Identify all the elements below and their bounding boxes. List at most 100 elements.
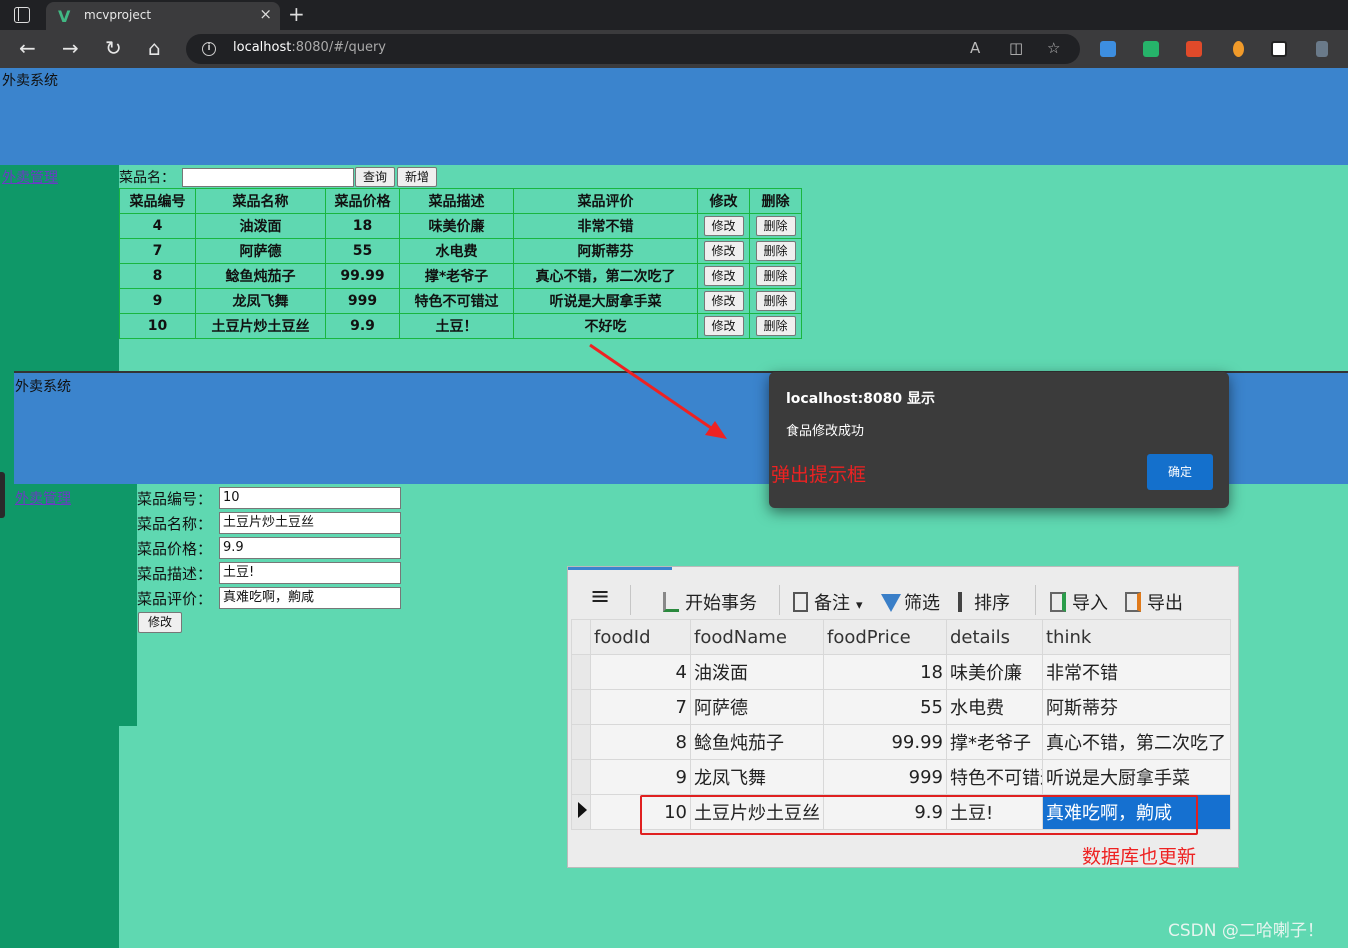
db-cell[interactable]: 8	[590, 724, 691, 760]
sidebar-link-takeout-management[interactable]: 外卖管理	[2, 167, 58, 187]
cell-id: 4	[119, 213, 196, 239]
sort-button[interactable]: 排序	[958, 589, 1010, 615]
db-cell[interactable]: 听说是大厨拿手菜	[1042, 759, 1231, 795]
row-pointer-cell	[571, 794, 591, 830]
extension-reader-icon[interactable]	[1271, 41, 1287, 57]
field-label: 菜品描述：	[137, 565, 213, 583]
db-cell[interactable]: 撑*老爷子	[946, 724, 1043, 760]
add-button[interactable]: 新增	[397, 167, 437, 187]
db-cell[interactable]: 55	[823, 689, 947, 725]
split-screen-icon[interactable]: ◫	[1009, 39, 1023, 57]
edit-button[interactable]: 修改	[703, 241, 744, 261]
cell-edit: 修改	[697, 238, 750, 264]
extension-image-icon[interactable]	[1100, 41, 1116, 57]
delete-button[interactable]: 删除	[755, 241, 796, 261]
favorite-star-icon[interactable]: ☆	[1047, 39, 1060, 57]
db-row[interactable]: 8 鲶鱼炖茄子 99.99 撑*老爷子 真心不错，第二次吃了	[571, 724, 1231, 760]
db-column-header[interactable]: foodId	[590, 619, 691, 655]
new-tab-icon[interactable]: +	[288, 2, 305, 26]
db-column-header[interactable]: foodPrice	[823, 619, 947, 655]
address-bar-row: ← → ↻ ⌂ i localhost:8080/#/query A ◫ ☆	[0, 30, 1348, 68]
food-id-field[interactable]: 10	[219, 487, 401, 509]
site-info-icon[interactable]: i	[202, 42, 216, 56]
export-button[interactable]: 导出	[1125, 589, 1183, 615]
db-cell[interactable]: 99.99	[823, 724, 947, 760]
db-column-header[interactable]: foodName	[690, 619, 824, 655]
dropdown-icon[interactable]: ▾	[856, 598, 863, 613]
db-cell[interactable]: 味美价廉	[946, 654, 1043, 690]
extension-fox-icon[interactable]	[1233, 41, 1244, 57]
tab-actions-icon[interactable]	[14, 7, 30, 23]
delete-button[interactable]: 删除	[755, 266, 796, 286]
note-icon	[793, 592, 808, 612]
db-cell[interactable]: 特色不可错过	[946, 759, 1043, 795]
read-aloud-icon[interactable]: A	[970, 39, 980, 57]
url-field[interactable]: i localhost:8080/#/query A ◫ ☆	[186, 34, 1080, 64]
tab-title: mcvproject	[84, 8, 152, 22]
begin-transaction-button[interactable]: 开始事务	[663, 589, 757, 615]
db-row[interactable]: 4 油泼面 18 味美价廉 非常不错	[571, 654, 1231, 690]
food-name-field[interactable]: 土豆片炒土豆丝	[219, 512, 401, 534]
row-gutter[interactable]	[571, 759, 591, 795]
edit-button[interactable]: 修改	[703, 266, 744, 286]
edit-app-title: 外卖系统	[15, 379, 71, 395]
row-gutter[interactable]	[571, 654, 591, 690]
db-column-header[interactable]: think	[1042, 619, 1231, 655]
forward-arrow-icon[interactable]: →	[62, 36, 79, 60]
db-cell[interactable]: 龙凤飞舞	[690, 759, 824, 795]
db-cell[interactable]: 7	[590, 689, 691, 725]
reload-icon[interactable]: ↻	[105, 36, 122, 60]
delete-button[interactable]: 删除	[755, 216, 796, 236]
browser-tab[interactable]: V mcvproject ×	[46, 2, 280, 30]
db-cell[interactable]: 999	[823, 759, 947, 795]
row-gutter[interactable]	[571, 689, 591, 725]
dialog-ok-button[interactable]: 确定	[1147, 454, 1213, 490]
cell-review: 阿斯蒂芬	[513, 238, 698, 264]
close-tab-icon[interactable]: ×	[259, 5, 272, 23]
food-table: 菜品编号 菜品名称 菜品价格 菜品描述 菜品评价 修改 删除 4 油泼面 18 …	[119, 188, 802, 339]
food-price-field[interactable]: 9.9	[219, 537, 401, 559]
food-review-field[interactable]: 真难吃啊，齁咸	[219, 587, 401, 609]
cell-edit: 修改	[697, 213, 750, 239]
back-arrow-icon[interactable]: ←	[19, 36, 36, 60]
db-cell[interactable]: 真心不错，第二次吃了	[1042, 724, 1231, 760]
db-cell[interactable]: 非常不错	[1042, 654, 1231, 690]
extension-discount-icon[interactable]	[1186, 41, 1202, 57]
query-button[interactable]: 查询	[355, 167, 395, 187]
submit-edit-button[interactable]: 修改	[138, 612, 182, 633]
db-cell[interactable]: 9	[590, 759, 691, 795]
db-column-header[interactable]: details	[946, 619, 1043, 655]
extension-misc-icon[interactable]	[1316, 41, 1328, 57]
filter-button[interactable]: 筛选	[881, 589, 940, 615]
delete-button[interactable]: 删除	[755, 291, 796, 311]
edit-button[interactable]: 修改	[703, 216, 744, 236]
menu-icon[interactable]: ≡	[590, 584, 610, 608]
cell-name: 阿萨德	[195, 238, 326, 264]
edit-sidebar-link-takeout-management[interactable]: 外卖管理	[15, 488, 71, 508]
db-cell[interactable]: 18	[823, 654, 947, 690]
import-button[interactable]: 导入	[1050, 589, 1108, 615]
cell-review: 不好吃	[513, 313, 698, 339]
db-row[interactable]: 9 龙凤飞舞 999 特色不可错过 听说是大厨拿手菜	[571, 759, 1231, 795]
cell-review: 真心不错，第二次吃了	[513, 263, 698, 289]
food-details-field[interactable]: 土豆!	[219, 562, 401, 584]
db-cell[interactable]: 水电费	[946, 689, 1043, 725]
cell-delete: 删除	[749, 313, 802, 339]
search-input[interactable]	[182, 168, 354, 187]
note-button[interactable]: 备注 ▾	[793, 589, 863, 615]
db-cell[interactable]: 鲶鱼炖茄子	[690, 724, 824, 760]
table-row: 4 油泼面 18 味美价廉 非常不错 修改 删除	[119, 213, 802, 239]
cell-details: 土豆！	[399, 313, 514, 339]
db-cell[interactable]: 阿斯蒂芬	[1042, 689, 1231, 725]
delete-button[interactable]: 删除	[755, 316, 796, 336]
edit-button[interactable]: 修改	[703, 316, 744, 336]
db-cell[interactable]: 4	[590, 654, 691, 690]
home-icon[interactable]: ⌂	[148, 36, 161, 60]
row-gutter[interactable]	[571, 724, 591, 760]
db-cell[interactable]: 油泼面	[690, 654, 824, 690]
edit-button[interactable]: 修改	[703, 291, 744, 311]
db-cell[interactable]: 阿萨德	[690, 689, 824, 725]
db-row[interactable]: 7 阿萨德 55 水电费 阿斯蒂芬	[571, 689, 1231, 725]
extension-capture-icon[interactable]	[1143, 41, 1159, 57]
form-row-price: 菜品价格： 9.9	[137, 537, 402, 561]
